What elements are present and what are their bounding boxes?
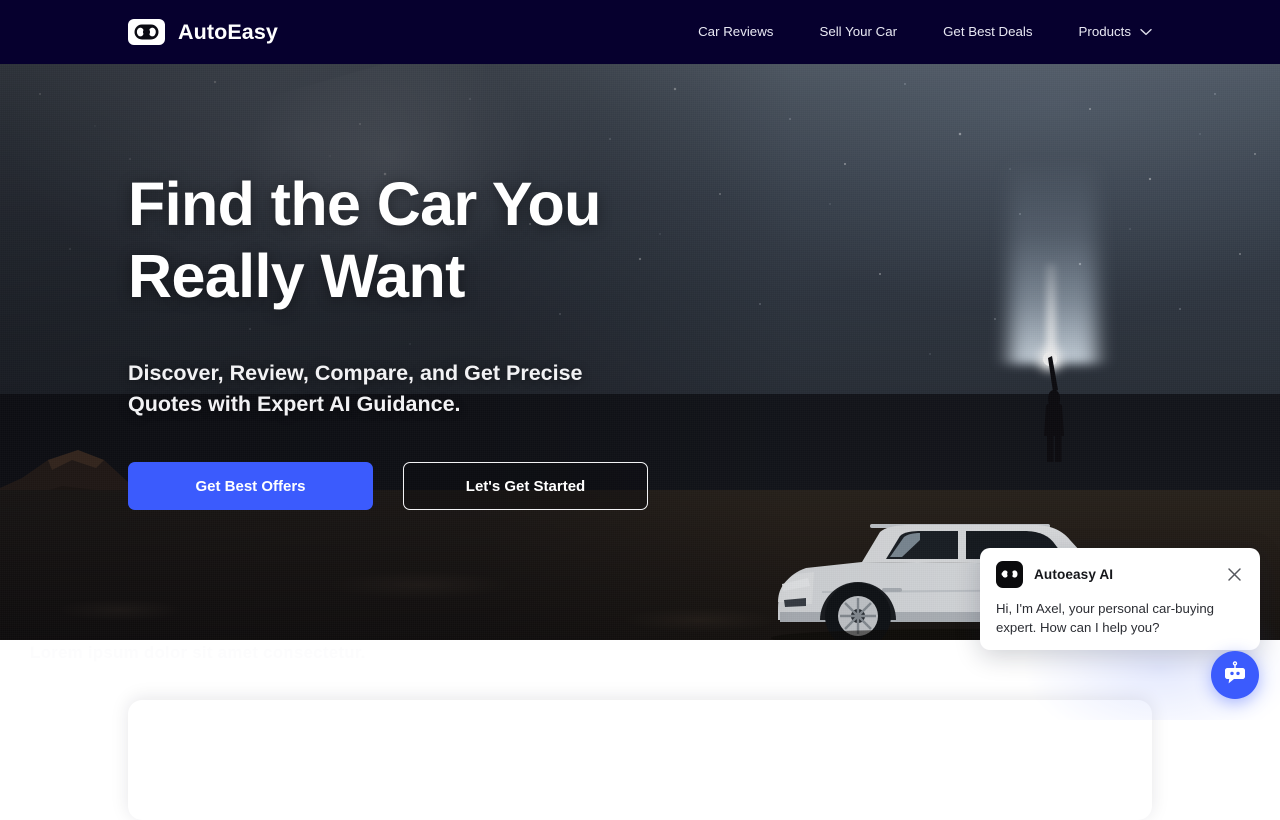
hero-subtitle: Discover, Review, Compare, and Get Preci… — [128, 361, 583, 416]
faint-heading-text: Lorem ipsum dolor sit amet consectetur. — [30, 643, 366, 662]
hero-content: Find the Car You Really Want Discover, R… — [128, 168, 768, 510]
chat-popup-message: Hi, I'm Axel, your personal car-buying e… — [996, 601, 1215, 635]
hero-title: Find the Car You Really Want — [128, 170, 601, 310]
brand-logo[interactable]: AutoEasy — [128, 0, 278, 64]
nav-item-products[interactable]: Products — [1056, 0, 1152, 64]
chat-popup-header: Autoeasy AI — [996, 560, 1244, 588]
main-navigation: Car Reviews Sell Your Car Get Best Deals… — [675, 0, 1152, 64]
car-top-view-icon — [996, 560, 1023, 588]
get-best-offers-button[interactable]: Get Best Offers — [128, 462, 373, 510]
chat-launcher-button[interactable] — [1211, 651, 1259, 699]
site-header: AutoEasy Car Reviews Sell Your Car Get B… — [0, 0, 1280, 64]
nav-label: Products — [1078, 24, 1131, 39]
lets-get-started-button[interactable]: Let's Get Started — [403, 462, 648, 510]
nav-label: Get Best Deals — [943, 24, 1033, 39]
chat-popup-title: Autoeasy AI — [1034, 566, 1114, 582]
close-icon[interactable] — [1224, 564, 1244, 584]
chat-popup: Autoeasy AI Hi, I'm Axel, your personal … — [980, 548, 1260, 650]
hero-cta-group: Get Best Offers Let's Get Started — [128, 462, 768, 510]
car-top-view-icon — [128, 19, 165, 45]
chevron-down-icon — [1140, 28, 1152, 36]
nav-label: Sell Your Car — [819, 24, 898, 39]
nav-item-get-best-deals[interactable]: Get Best Deals — [920, 0, 1055, 64]
nav-item-car-reviews[interactable]: Car Reviews — [675, 0, 796, 64]
nav-item-sell-your-car[interactable]: Sell Your Car — [796, 0, 920, 64]
brand-name: AutoEasy — [178, 19, 278, 44]
nav-label: Car Reviews — [698, 24, 774, 39]
chatbot-icon — [1221, 659, 1249, 692]
